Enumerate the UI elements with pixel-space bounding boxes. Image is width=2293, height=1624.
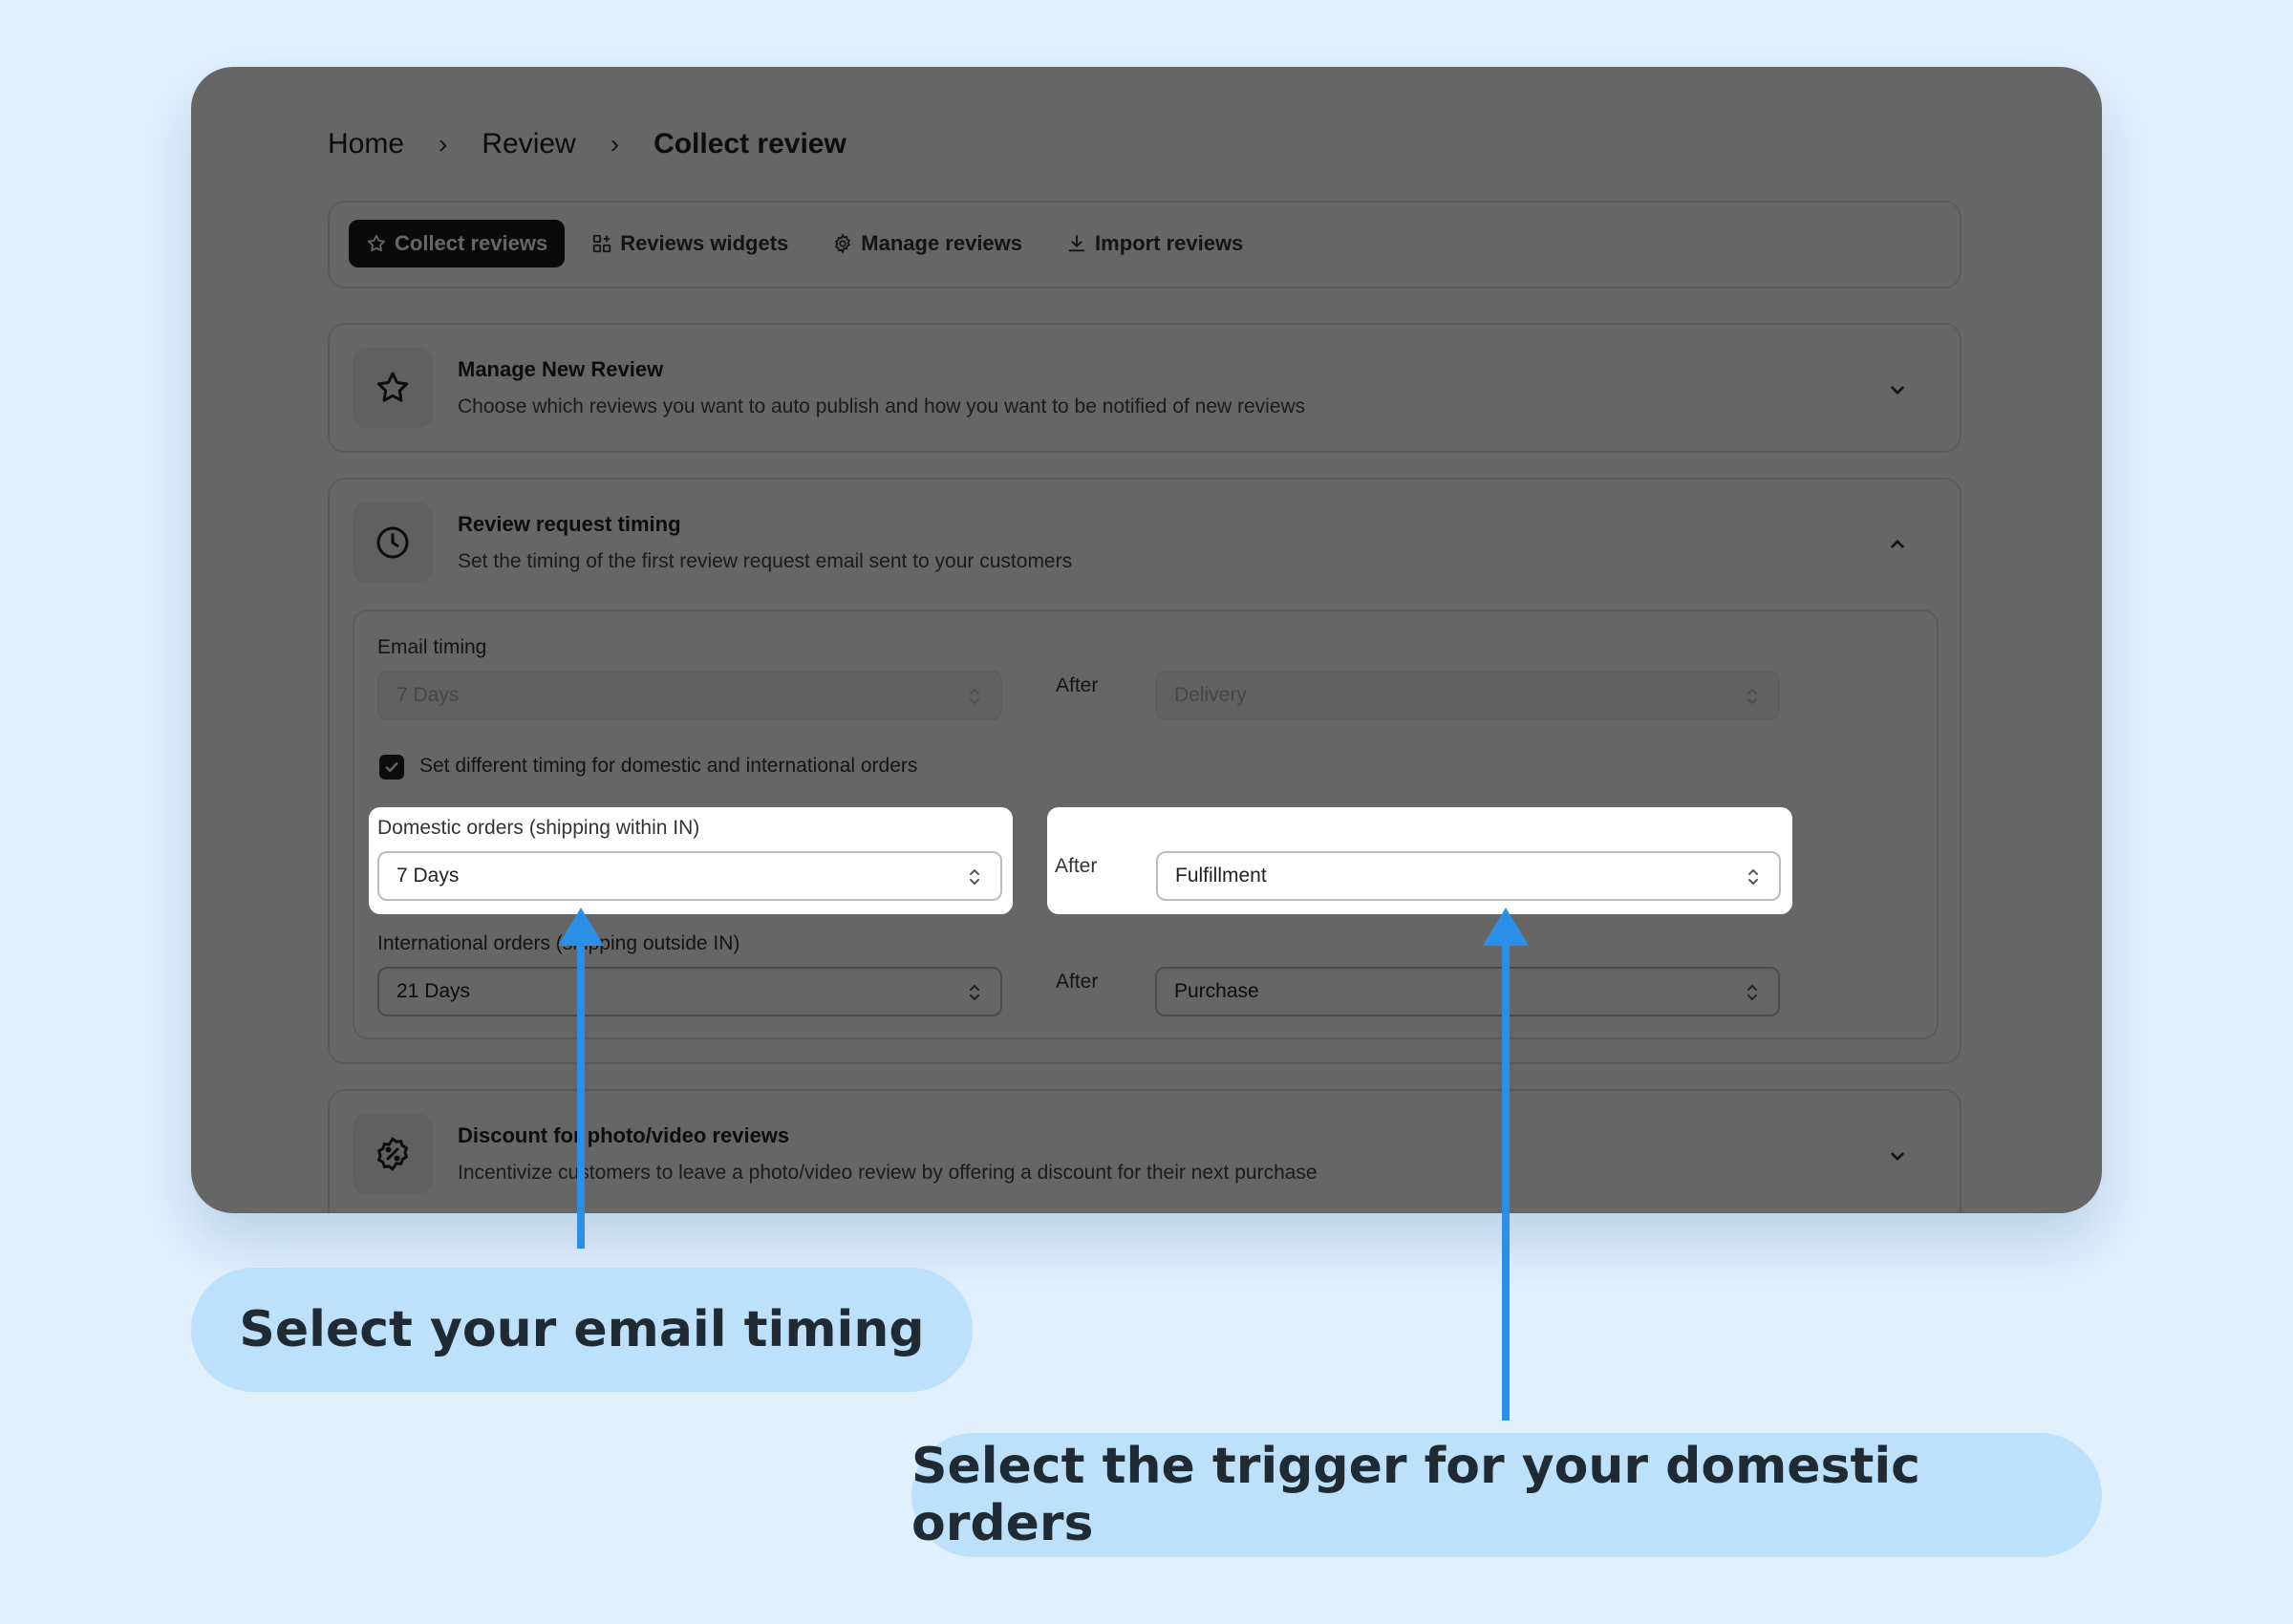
callout-email-timing: Select your email timing <box>191 1268 973 1392</box>
email-timing-days-select: 7 Days <box>377 671 1002 720</box>
chevron-updown-icon <box>1747 688 1757 705</box>
domestic-orders-label: Domestic orders (shipping within IN) <box>377 817 700 839</box>
select-value: 7 Days <box>396 684 460 706</box>
domestic-days-highlight: Domestic orders (shipping within IN) 7 D… <box>369 807 1013 914</box>
download-icon <box>1068 234 1085 252</box>
breadcrumb-separator: › <box>610 129 620 159</box>
arrow-up-icon <box>1483 908 1529 946</box>
card-icon-box <box>353 348 433 428</box>
widgets-icon <box>593 234 611 253</box>
tab-reviews-widgets[interactable]: Reviews widgets <box>574 220 805 267</box>
tab-import-reviews[interactable]: Import reviews <box>1049 220 1260 267</box>
different-timing-checkbox[interactable] <box>379 755 404 780</box>
breadcrumb-review[interactable]: Review <box>482 128 575 160</box>
chevron-down-icon[interactable] <box>1885 377 1910 402</box>
arrow-up-icon <box>558 908 604 946</box>
card-title: Review request timing <box>458 512 681 536</box>
star-icon <box>368 234 385 252</box>
card-icon-box <box>353 1114 433 1194</box>
card-subtitle: Choose which reviews you want to auto pu… <box>458 395 1306 417</box>
breadcrumb-home[interactable]: Home <box>328 128 404 160</box>
gear-icon <box>835 233 851 254</box>
chevron-down-icon[interactable] <box>1885 1143 1910 1168</box>
arrow-shaft <box>577 941 585 1249</box>
chevron-up-icon[interactable] <box>1885 532 1910 557</box>
chevron-updown-icon <box>1748 868 1758 886</box>
chevron-updown-icon <box>970 984 979 1001</box>
select-value: Fulfillment <box>1175 865 1267 887</box>
review-request-timing-card: Review request timing Set the timing of … <box>328 478 1961 1064</box>
select-value: Purchase <box>1174 980 1259 1002</box>
select-value: 21 Days <box>396 980 471 1002</box>
international-days-select[interactable]: 21 Days <box>377 967 1002 1016</box>
after-label: After <box>1055 855 1098 877</box>
manage-new-review-card[interactable]: Manage New Review Choose which reviews y… <box>328 323 1961 453</box>
breadcrumb: Home › Review › Collect review <box>328 120 846 168</box>
chevron-updown-icon <box>1747 984 1757 1001</box>
card-subtitle: Incentivize customers to leave a photo/v… <box>458 1162 1318 1184</box>
breadcrumb-separator: › <box>439 129 448 159</box>
discount-card[interactable]: Discount for photo/video reviews Incenti… <box>328 1089 1961 1213</box>
card-title: Discount for photo/video reviews <box>458 1123 790 1147</box>
tab-label: Import reviews <box>1095 231 1244 255</box>
chevron-updown-icon <box>970 688 979 705</box>
tab-manage-reviews[interactable]: Manage reviews <box>815 220 1039 267</box>
callout-domestic-trigger: Select the trigger for your domestic ord… <box>911 1433 2102 1557</box>
different-timing-label: Set different timing for domestic and in… <box>419 755 918 777</box>
after-label: After <box>1056 674 1099 696</box>
select-value: Delivery <box>1174 684 1247 706</box>
app-screenshot: Home › Review › Collect review Collect r… <box>191 67 2102 1213</box>
domestic-event-select[interactable]: Fulfillment <box>1156 851 1781 901</box>
chevron-updown-icon <box>970 868 979 886</box>
tab-collect-reviews[interactable]: Collect reviews <box>349 220 566 267</box>
arrow-shaft <box>1502 941 1510 1421</box>
email-timing-event-select: Delivery <box>1155 671 1780 720</box>
tab-label: Collect reviews <box>395 231 548 255</box>
card-icon-box <box>353 502 433 583</box>
domestic-trigger-highlight: After Fulfillment <box>1047 807 1792 914</box>
tab-label: Reviews widgets <box>620 231 789 255</box>
breadcrumb-current: Collect review <box>654 128 846 160</box>
card-title: Manage New Review <box>458 357 664 381</box>
clock-icon <box>376 526 409 559</box>
card-subtitle: Set the timing of the first review reque… <box>458 550 1073 572</box>
email-timing-label: Email timing <box>377 636 487 658</box>
star-icon <box>376 372 409 402</box>
domestic-days-select[interactable]: 7 Days <box>377 851 1002 901</box>
select-value: 7 Days <box>396 865 460 887</box>
page-content: Home › Review › Collect review Collect r… <box>328 67 1961 1213</box>
after-label: After <box>1056 971 1099 993</box>
discount-badge-icon <box>376 1136 409 1172</box>
tabs-bar: Collect reviews Reviews widgets Manage r… <box>328 201 1961 288</box>
international-event-select[interactable]: Purchase <box>1155 967 1780 1016</box>
tab-label: Manage reviews <box>861 231 1023 255</box>
checkmark-icon <box>385 762 398 772</box>
